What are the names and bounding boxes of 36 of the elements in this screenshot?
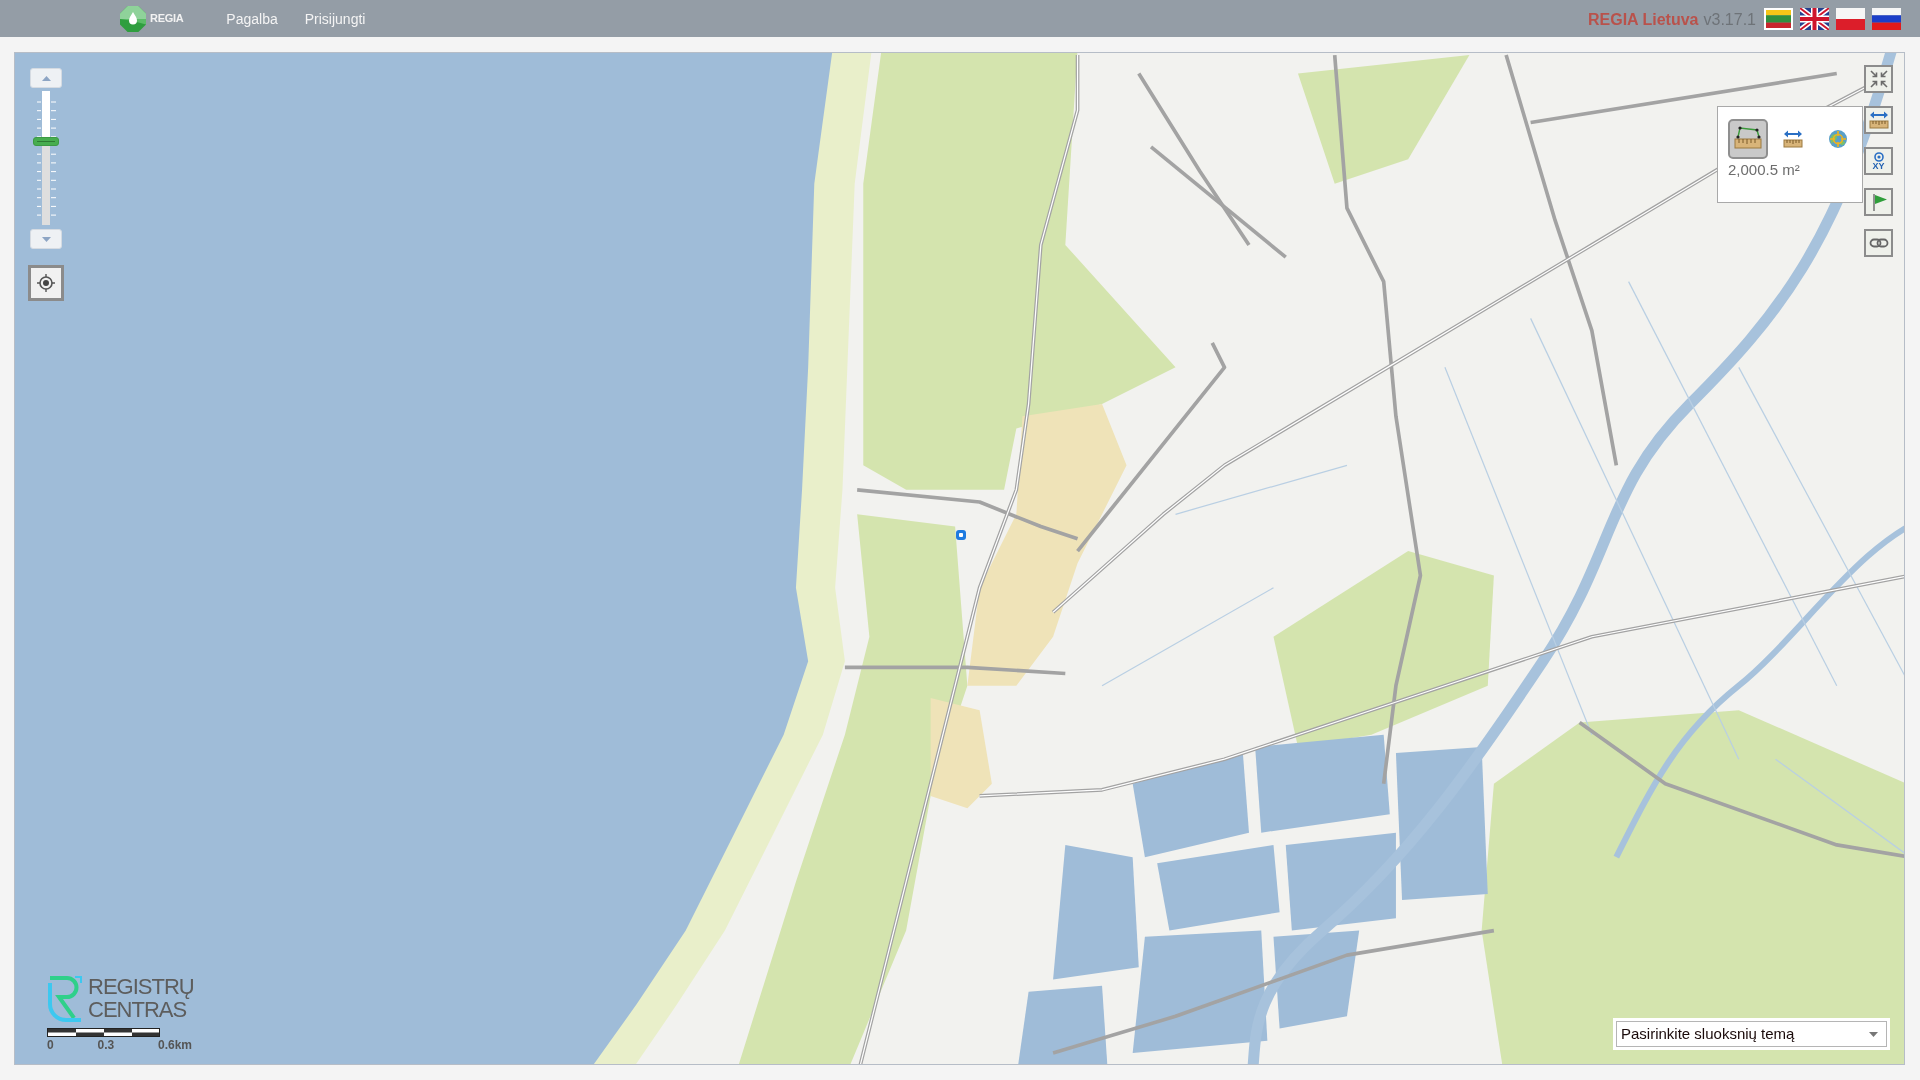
measure-result: 2,000.5 m² [1728, 161, 1800, 179]
marker-button[interactable] [1864, 188, 1893, 216]
british-flag-icon[interactable] [1800, 7, 1829, 30]
scale-bar-icon [47, 1028, 160, 1037]
globe-crosshair-icon [1828, 129, 1848, 149]
polish-flag-icon[interactable] [1836, 7, 1865, 30]
lithuanian-flag-icon[interactable] [1764, 7, 1793, 30]
octagon-logo-icon [119, 4, 147, 33]
caret-down-icon [1869, 1031, 1878, 1037]
russian-flag-icon[interactable] [1872, 7, 1901, 30]
collapse-arrows-icon [1868, 69, 1889, 89]
ruler-arrows-icon [1783, 129, 1803, 149]
area-marker-icon [955, 529, 967, 541]
area-measure-button[interactable] [1728, 119, 1768, 159]
fullscreen-button[interactable] [1864, 65, 1893, 93]
zoom-slider-thumb[interactable] [33, 137, 59, 147]
locate-button[interactable] [28, 265, 64, 301]
ruler-arrows-icon [1868, 110, 1889, 130]
caret-up-icon [41, 75, 51, 81]
position-button[interactable] [1828, 129, 1848, 149]
target-icon [1872, 151, 1885, 162]
caret-down-icon [41, 236, 51, 242]
layer-theme-select[interactable]: Pasirinkite sluoksnių temą [1616, 1021, 1887, 1047]
logo-icon [47, 974, 84, 1022]
coordinates-button[interactable]: XY [1864, 147, 1893, 175]
distance-measure-button[interactable] [1783, 129, 1803, 149]
logo-text: REGIA [150, 11, 184, 27]
crosshair-icon [37, 274, 55, 292]
link-button[interactable] [1864, 229, 1893, 257]
scale-label: 0.6km [157, 1038, 192, 1052]
scale-label: 0 [47, 1038, 54, 1052]
logo-text: REGISTRŲ [88, 975, 194, 998]
scale-label: 0.3 [97, 1038, 115, 1052]
measure-button[interactable] [1864, 106, 1893, 134]
app-name: REGIA Lietuva [1587, 10, 1699, 30]
logo-text: CENTRAS [88, 998, 187, 1021]
